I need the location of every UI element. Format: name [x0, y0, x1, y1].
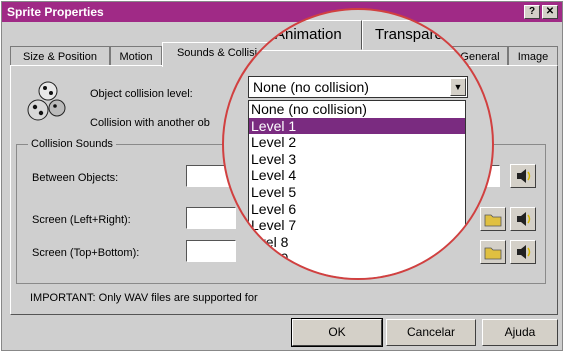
dropdown-option[interactable]: evel 8 [249, 234, 465, 251]
dropdown-option[interactable]: Level 5 [249, 184, 465, 201]
sprite-balls-icon [27, 81, 66, 121]
collision-sounds-title: Collision Sounds [28, 138, 116, 150]
speaker-icon [517, 245, 531, 259]
object-collision-label: Object collision level: [90, 88, 193, 100]
dropdown-option[interactable]: Level 1 [249, 117, 465, 135]
help-title-button[interactable]: ? [524, 5, 540, 19]
magnified-content: Animation Transparen None (no collision)… [224, 10, 492, 278]
collision-level-select[interactable]: None (no collision) ▼ [248, 76, 468, 98]
play-between-objects-button[interactable] [510, 164, 536, 188]
ok-button[interactable]: OK [291, 318, 383, 347]
tab-edge [224, 50, 492, 51]
important-note: IMPORTANT: Only WAV files are supported … [30, 292, 258, 304]
dropdown-option[interactable]: Level 7 [249, 217, 465, 234]
speaker-icon [517, 169, 531, 183]
window-title: Sprite Properties [7, 5, 104, 19]
dropdown-option[interactable]: Level 3 [249, 151, 465, 168]
dropdown-option[interactable]: evel 9 [249, 250, 465, 267]
tab-transparency[interactable]: Transparen [362, 20, 492, 50]
dropdown-option[interactable]: Level 2 [249, 134, 465, 151]
close-icon[interactable]: ✕ [542, 5, 558, 19]
help-button[interactable]: Ajuda [482, 319, 558, 346]
tab-image[interactable]: Image [508, 46, 558, 66]
chevron-down-icon[interactable]: ▼ [450, 78, 466, 96]
between-objects-label: Between Objects: [32, 172, 119, 184]
speaker-icon [517, 212, 531, 226]
dropdown-option[interactable]: Level 6 [249, 201, 465, 218]
tab-size-position[interactable]: Size & Position [10, 46, 110, 66]
collision-level-value: None (no collision) [253, 79, 369, 95]
collision-with-another-label: Collision with another ob [90, 117, 210, 129]
screen-left-right-label: Screen (Left+Right): [32, 214, 131, 226]
screen-top-bottom-label: Screen (Top+Bottom): [32, 247, 140, 259]
dropdown-option[interactable]: None (no collision) [249, 101, 465, 118]
tab-animation[interactable]: Animation [262, 20, 362, 50]
dropdown-option[interactable]: Level 4 [249, 167, 465, 184]
play-screen-left-right-button[interactable] [510, 207, 536, 231]
cancel-button[interactable]: Cancelar [386, 319, 476, 346]
magnifier-overlay: Animation Transparen None (no collision)… [222, 8, 494, 280]
play-screen-top-bottom-button[interactable] [510, 240, 536, 264]
collision-level-dropdown[interactable]: None (no collision) Level 1 Level 2 Level 3… [248, 100, 466, 278]
tab-motion[interactable]: Motion [110, 46, 162, 66]
